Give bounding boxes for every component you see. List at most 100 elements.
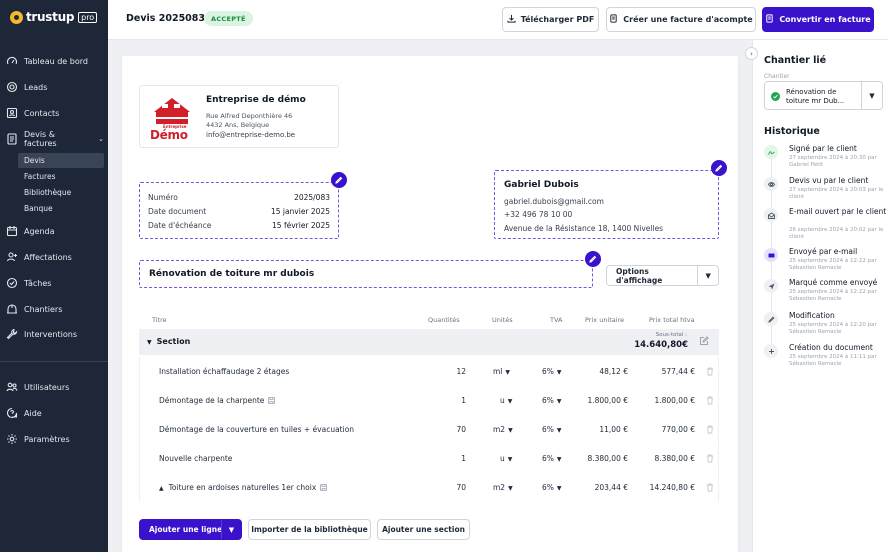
- sidebar-item-taches[interactable]: Tâches: [6, 274, 104, 292]
- client-box[interactable]: Gabriel Dubois gabriel.dubois@gmail.com …: [494, 170, 719, 239]
- row-total: 8.380,00 €: [654, 454, 695, 463]
- gear-icon: [6, 433, 18, 445]
- table-row[interactable]: Démontage de la couverture en tuiles + é…: [139, 415, 719, 444]
- table-row[interactable]: Démontage de la charpente 1 u ▼ 6% ▼ 1.800…: [139, 386, 719, 415]
- status-badge: ACCEPTÉ: [204, 11, 253, 26]
- table-row[interactable]: Installation échaffaudage 2 étages 12 ml…: [139, 357, 719, 386]
- section-row[interactable]: ▼ Section Sous-total : 14.640,80€: [139, 329, 719, 355]
- history-event-title: Modification: [789, 311, 835, 320]
- sidebar-item-utilisateurs[interactable]: Utilisateurs: [6, 378, 104, 396]
- building-icon: [6, 303, 18, 315]
- sidebar-subitem-factures[interactable]: Factures: [18, 169, 104, 184]
- add-section-button[interactable]: Ajouter une section: [377, 519, 470, 540]
- trash-icon[interactable]: [706, 454, 714, 463]
- row-unit-select[interactable]: ml ▼: [493, 367, 510, 376]
- import-library-button[interactable]: Importer de la bibliothèque: [248, 519, 371, 540]
- signature-icon: [764, 145, 778, 159]
- row-quantity[interactable]: 70: [422, 483, 466, 492]
- row-vat-select[interactable]: 6% ▼: [542, 367, 562, 376]
- sidebar-item-agenda[interactable]: Agenda: [6, 222, 104, 240]
- trash-icon[interactable]: [706, 396, 714, 405]
- history-event-subtitle: 25 septembre 2024 à 12:22 par Sébastien …: [789, 289, 877, 302]
- trash-icon[interactable]: [706, 425, 714, 434]
- row-vat-select[interactable]: 6% ▼: [542, 483, 562, 492]
- caret-down-icon: ▼: [507, 398, 513, 405]
- sidebar-item-contacts[interactable]: Contacts: [6, 104, 104, 122]
- sidebar-item-dashboard[interactable]: Tableau de bord: [6, 52, 104, 70]
- sidebar-item-label: Chantiers: [24, 304, 63, 314]
- sidebar-subitem-banque[interactable]: Banque: [18, 201, 104, 216]
- row-unit-price[interactable]: 1.800,00 €: [566, 396, 628, 405]
- create-deposit-invoice-button[interactable]: Créer une facture d'acompte: [606, 7, 756, 32]
- users-icon: [6, 381, 18, 393]
- row-vat: 6%: [542, 396, 554, 405]
- row-unit-price[interactable]: 8.380,00 €: [566, 454, 628, 463]
- app-logo[interactable]: trustup pro: [10, 10, 98, 24]
- row-unit-select[interactable]: u ▼: [500, 396, 512, 405]
- company-logo: Entreprise Démo: [150, 94, 194, 142]
- collapse-panel-button[interactable]: ›: [745, 47, 758, 60]
- meta-label: Date d'échéance: [148, 221, 212, 230]
- history-event-subtitle: 25 septembre 2024 à 12:22 par Sébastien …: [789, 258, 877, 271]
- row-unit-select[interactable]: u ▼: [500, 454, 512, 463]
- row-vat: 6%: [542, 483, 554, 492]
- edit-project-title-button[interactable]: [585, 251, 601, 267]
- row-vat-select[interactable]: 6% ▼: [542, 425, 562, 434]
- caret-down-icon[interactable]: ▼: [147, 339, 152, 346]
- logo-text: trustup: [26, 10, 75, 24]
- caret-down-icon[interactable]: ▼: [221, 520, 241, 539]
- sidebar-item-interventions[interactable]: Interventions: [6, 325, 104, 343]
- document-icon: [765, 14, 774, 25]
- convert-to-invoice-button[interactable]: Convertir en facture: [762, 7, 874, 32]
- sidebar-item-leads[interactable]: Leads: [6, 78, 104, 96]
- sidebar-subitem-bibliotheque[interactable]: Bibliothèque: [18, 185, 104, 200]
- row-vat-select[interactable]: 6% ▼: [542, 454, 562, 463]
- meta-date-row: Date document 15 janvier 2025: [148, 207, 330, 216]
- chantier-select[interactable]: Rénovation de toiture mr Dub... ▼: [764, 81, 883, 110]
- sidebar-item-aide[interactable]: Aide: [6, 404, 104, 422]
- sidebar-item-affectations[interactable]: Affectations: [6, 248, 104, 266]
- row-unit-select[interactable]: m2 ▼: [493, 425, 513, 434]
- meta-value: 15 février 2025: [272, 221, 330, 230]
- page-title: Devis 2025083: [126, 13, 206, 24]
- history-event-subtitle: 25 septembre 2024 à 11:11 par Sébastien …: [789, 354, 877, 367]
- caret-down-icon[interactable]: ▼: [861, 82, 882, 109]
- trash-icon[interactable]: [706, 483, 714, 492]
- project-title-box[interactable]: Rénovation de toiture mr dubois: [139, 260, 593, 288]
- sidebar-item-chantiers[interactable]: Chantiers: [6, 300, 104, 318]
- row-total: 770,00 €: [661, 425, 695, 434]
- row-unit-price[interactable]: 11,00 €: [566, 425, 628, 434]
- meta-value: 2025/083: [294, 193, 330, 202]
- caret-up-icon[interactable]: ▲: [159, 485, 164, 492]
- download-icon: [507, 14, 516, 25]
- sidebar-item-quotes-invoices[interactable]: Devis & factures ⌄: [6, 130, 104, 148]
- row-quantity[interactable]: 1: [422, 454, 466, 463]
- sidebar-item-parametres[interactable]: Paramètres: [6, 430, 104, 448]
- row-quantity[interactable]: 70: [422, 425, 466, 434]
- download-pdf-button[interactable]: Télécharger PDF: [502, 7, 599, 32]
- add-line-button[interactable]: Ajouter une ligne ▼: [139, 519, 242, 540]
- table-row[interactable]: ▲ Toiture en ardoises naturelles 1er choi…: [139, 473, 719, 502]
- plus-icon: [764, 344, 778, 358]
- edit-section-icon[interactable]: [699, 336, 709, 346]
- row-unit-select[interactable]: m2 ▼: [493, 483, 513, 492]
- display-options-button[interactable]: Options d'affichage ▼: [606, 265, 719, 286]
- caret-down-icon: ▼: [556, 427, 562, 434]
- check-circle-icon: [6, 277, 18, 289]
- row-quantity[interactable]: 1: [422, 396, 466, 405]
- row-unit-price[interactable]: 203,44 €: [566, 483, 628, 492]
- document-meta-box[interactable]: Numéro 2025/083 Date document 15 janvier…: [139, 182, 339, 239]
- caret-down-icon[interactable]: ▼: [697, 266, 718, 285]
- trash-icon[interactable]: [706, 367, 714, 376]
- history-event-subtitle: 27 septembre 2024 à 20:03 par le client: [789, 187, 884, 200]
- edit-client-button[interactable]: [711, 160, 727, 176]
- row-unit-price[interactable]: 48,12 €: [566, 367, 628, 376]
- sidebar-subitem-devis[interactable]: Devis: [18, 153, 104, 168]
- edit-meta-button[interactable]: [331, 172, 347, 188]
- client-email: gabriel.dubois@gmail.com: [504, 197, 604, 206]
- sidebar-item-label: Tâches: [24, 278, 52, 288]
- history-event-title: Marqué comme envoyé: [789, 278, 878, 287]
- row-quantity[interactable]: 12: [422, 367, 466, 376]
- table-row[interactable]: Nouvelle charpente 1 u ▼ 6% ▼ 8.380,00 € 8…: [139, 444, 719, 473]
- row-vat-select[interactable]: 6% ▼: [542, 396, 562, 405]
